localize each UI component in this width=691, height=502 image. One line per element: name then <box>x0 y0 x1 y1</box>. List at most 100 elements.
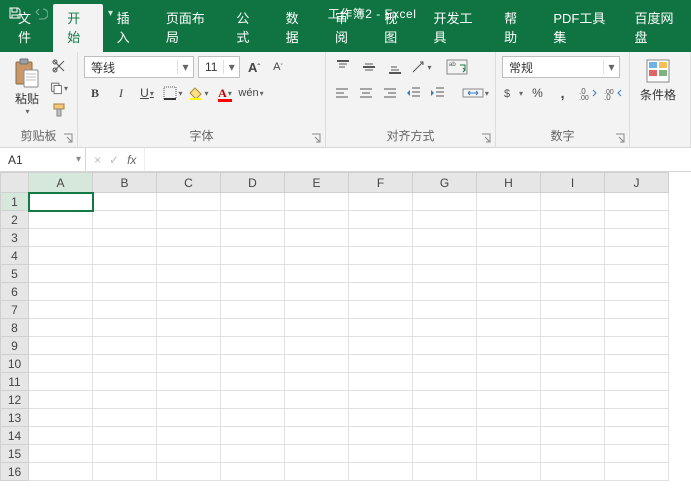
cell[interactable] <box>157 391 221 409</box>
cell[interactable] <box>221 193 285 211</box>
cell[interactable] <box>541 301 605 319</box>
cell[interactable] <box>541 445 605 463</box>
cell[interactable] <box>93 445 157 463</box>
italic-button[interactable]: I <box>110 82 132 104</box>
cell[interactable] <box>413 463 477 481</box>
align-left-icon[interactable] <box>332 82 352 104</box>
tab-review[interactable]: 审阅 <box>321 4 370 52</box>
cell[interactable] <box>349 445 413 463</box>
tab-formulas[interactable]: 公式 <box>222 4 271 52</box>
cell[interactable] <box>477 463 541 481</box>
cell[interactable] <box>221 319 285 337</box>
orientation-icon[interactable]: ▾ <box>410 56 432 78</box>
increase-font-button[interactable]: Aˆ <box>244 57 264 77</box>
column-header[interactable]: D <box>221 173 285 193</box>
cell[interactable] <box>605 445 669 463</box>
cell[interactable] <box>541 193 605 211</box>
cell[interactable] <box>413 391 477 409</box>
cell[interactable] <box>477 229 541 247</box>
align-middle-icon[interactable] <box>358 56 380 78</box>
cell[interactable] <box>221 211 285 229</box>
row-header[interactable]: 6 <box>1 283 29 301</box>
wrap-text-icon[interactable]: ab <box>446 56 468 78</box>
cell[interactable] <box>477 247 541 265</box>
cell[interactable] <box>477 301 541 319</box>
cancel-formula-icon[interactable]: × <box>94 153 101 167</box>
cell[interactable] <box>157 427 221 445</box>
paste-button[interactable]: 粘贴 ▾ <box>6 56 48 127</box>
cell[interactable] <box>541 229 605 247</box>
cell[interactable] <box>285 211 349 229</box>
cell[interactable] <box>221 301 285 319</box>
cell[interactable] <box>413 283 477 301</box>
cell[interactable] <box>605 355 669 373</box>
row-header[interactable]: 2 <box>1 211 29 229</box>
tab-pdf-tools[interactable]: PDF工具集 <box>539 4 620 52</box>
column-header[interactable]: I <box>541 173 605 193</box>
phonetic-button[interactable]: wén▾ <box>240 82 262 104</box>
cell[interactable] <box>285 355 349 373</box>
cell[interactable] <box>413 355 477 373</box>
row-header[interactable]: 14 <box>1 427 29 445</box>
cell[interactable] <box>157 319 221 337</box>
cell[interactable] <box>349 265 413 283</box>
cell[interactable] <box>157 409 221 427</box>
decrease-indent-icon[interactable] <box>404 82 424 104</box>
row-header[interactable]: 4 <box>1 247 29 265</box>
cell[interactable] <box>349 427 413 445</box>
cell[interactable] <box>221 463 285 481</box>
decrease-font-button[interactable]: Aˇ <box>268 57 288 77</box>
cell[interactable] <box>541 211 605 229</box>
cell[interactable] <box>285 409 349 427</box>
cell[interactable] <box>93 373 157 391</box>
bold-button[interactable]: B <box>84 82 106 104</box>
dialog-launcher-icon[interactable] <box>615 133 625 143</box>
row-header[interactable]: 5 <box>1 265 29 283</box>
decrease-decimal-icon[interactable]: .00.0 <box>602 82 623 104</box>
row-header[interactable]: 9 <box>1 337 29 355</box>
cell[interactable] <box>605 265 669 283</box>
cell[interactable] <box>285 301 349 319</box>
row-header[interactable]: 10 <box>1 355 29 373</box>
cell[interactable] <box>413 427 477 445</box>
cell[interactable] <box>221 391 285 409</box>
dialog-launcher-icon[interactable] <box>311 133 321 143</box>
cell[interactable] <box>349 193 413 211</box>
cell[interactable] <box>157 283 221 301</box>
cell[interactable] <box>29 463 93 481</box>
dialog-launcher-icon[interactable] <box>63 133 73 143</box>
row-header[interactable]: 11 <box>1 373 29 391</box>
cell[interactable] <box>605 211 669 229</box>
cell[interactable] <box>93 301 157 319</box>
cell[interactable] <box>221 247 285 265</box>
column-header[interactable]: H <box>477 173 541 193</box>
cell[interactable] <box>477 373 541 391</box>
cell[interactable] <box>29 445 93 463</box>
cell[interactable] <box>221 355 285 373</box>
row-header[interactable]: 15 <box>1 445 29 463</box>
cell[interactable] <box>605 247 669 265</box>
cell[interactable] <box>541 247 605 265</box>
cell[interactable] <box>221 283 285 301</box>
cell[interactable] <box>93 391 157 409</box>
cell[interactable] <box>605 463 669 481</box>
cell[interactable] <box>541 355 605 373</box>
select-all-corner[interactable] <box>1 173 29 193</box>
font-size-combo[interactable]: 11 ▾ <box>198 56 240 78</box>
cell[interactable] <box>29 265 93 283</box>
cell[interactable] <box>285 265 349 283</box>
cell[interactable] <box>477 355 541 373</box>
cell[interactable] <box>477 337 541 355</box>
tab-help[interactable]: 帮助 <box>490 4 539 52</box>
tab-baidu[interactable]: 百度网盘 <box>621 4 691 52</box>
cell[interactable] <box>93 283 157 301</box>
increase-decimal-icon[interactable]: .0.00 <box>577 82 598 104</box>
cell[interactable] <box>349 409 413 427</box>
font-color-button[interactable]: A ▾ <box>214 82 236 104</box>
cut-icon[interactable] <box>50 58 68 74</box>
cell[interactable] <box>93 409 157 427</box>
cell[interactable] <box>413 229 477 247</box>
cell[interactable] <box>477 319 541 337</box>
accounting-format-icon[interactable]: $▾ <box>502 82 523 104</box>
cell[interactable] <box>349 247 413 265</box>
